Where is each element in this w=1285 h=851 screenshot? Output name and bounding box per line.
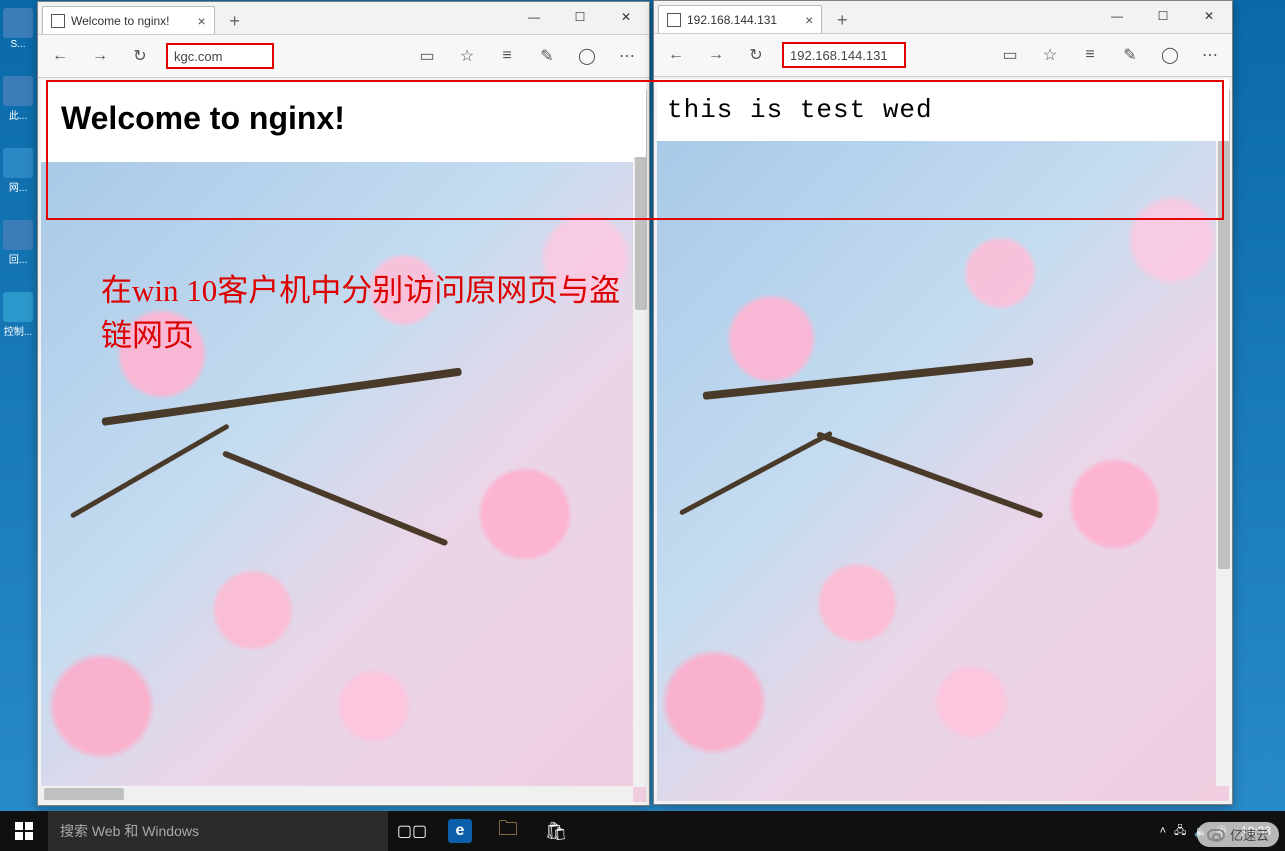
- favorite-icon[interactable]: ☆: [1036, 41, 1064, 69]
- tab-title: 192.168.144.131: [687, 13, 777, 27]
- url-text: kgc.com: [174, 49, 222, 64]
- desktop-icon-label: 回...: [0, 251, 36, 266]
- more-icon[interactable]: ⋯: [613, 42, 641, 70]
- url-text: 192.168.144.131: [790, 48, 888, 63]
- close-button[interactable]: ✕: [1186, 1, 1232, 31]
- watermark-text: 亿速云: [1230, 825, 1269, 844]
- desktop-icon-label: 控制...: [0, 323, 36, 338]
- share-icon[interactable]: ◯: [573, 42, 601, 70]
- store-icon: 🛍: [545, 821, 568, 842]
- desktop-icon[interactable]: [3, 8, 33, 38]
- hub-icon[interactable]: ≡: [1076, 41, 1104, 69]
- close-button[interactable]: ✕: [603, 2, 649, 32]
- page-icon: [51, 14, 65, 28]
- tab-bar: 192.168.144.131 × + — ☐ ✕: [654, 1, 1232, 33]
- desktop-icon[interactable]: [3, 292, 33, 322]
- page-body-text: this is test wed: [657, 79, 1229, 141]
- tab-bar: Welcome to nginx! × + — ☐ ✕: [38, 2, 649, 34]
- refresh-button[interactable]: ↻: [126, 42, 154, 70]
- new-tab-button[interactable]: +: [828, 7, 856, 33]
- more-icon[interactable]: ⋯: [1196, 41, 1224, 69]
- forward-button[interactable]: →: [702, 41, 730, 69]
- scrollbar-thumb[interactable]: [44, 788, 124, 800]
- share-icon[interactable]: ◯: [1156, 41, 1184, 69]
- window-controls: — ☐ ✕: [511, 2, 649, 32]
- task-view-icon: ▢▢: [397, 821, 427, 841]
- nav-toolbar: ← → ↻ kgc.com ▭ ☆ ≡ ✎ ◯ ⋯: [38, 34, 649, 78]
- vertical-scrollbar[interactable]: [1216, 79, 1232, 786]
- tray-network-icon[interactable]: 🖧: [1174, 822, 1186, 841]
- edge-icon: e: [448, 819, 472, 843]
- webnote-icon[interactable]: ✎: [1116, 41, 1144, 69]
- forward-button[interactable]: →: [86, 42, 114, 70]
- folder-icon: 🗀: [498, 814, 518, 848]
- desktop-icon[interactable]: [3, 220, 33, 250]
- window-controls: — ☐ ✕: [1094, 1, 1232, 31]
- reading-view-icon[interactable]: ▭: [996, 41, 1024, 69]
- refresh-button[interactable]: ↻: [742, 41, 770, 69]
- tab-title: Welcome to nginx!: [71, 14, 170, 28]
- desktop-icon-label: 网...: [0, 179, 36, 194]
- address-bar[interactable]: 192.168.144.131: [782, 42, 906, 68]
- back-button[interactable]: ←: [662, 41, 690, 69]
- annotation-text: 在win 10客户机中分别访问原网页与盗链网页: [101, 265, 646, 355]
- hub-icon[interactable]: ≡: [493, 42, 521, 70]
- scrollbar-thumb[interactable]: [1218, 89, 1230, 569]
- horizontal-scrollbar[interactable]: [38, 786, 633, 802]
- store-button[interactable]: 🛍: [532, 811, 580, 851]
- address-bar[interactable]: kgc.com: [166, 43, 274, 69]
- tab-close-icon[interactable]: ×: [805, 12, 813, 28]
- desktop-icon-label: 此...: [0, 107, 36, 122]
- edge-taskbar-button[interactable]: e: [436, 811, 484, 851]
- page-heading: Welcome to nginx!: [41, 80, 646, 157]
- vertical-scrollbar[interactable]: [633, 80, 649, 787]
- windows-logo-icon: [15, 822, 33, 840]
- background-image: [657, 141, 1229, 801]
- cloud-icon: [1207, 829, 1225, 841]
- page-icon: [667, 13, 681, 27]
- back-button[interactable]: ←: [46, 42, 74, 70]
- task-view-button[interactable]: ▢▢: [388, 811, 436, 851]
- start-button[interactable]: [0, 811, 48, 851]
- search-placeholder: 搜索 Web 和 Windows: [60, 821, 199, 841]
- minimize-button[interactable]: —: [1094, 1, 1140, 31]
- new-tab-button[interactable]: +: [221, 8, 249, 34]
- tray-chevron-icon[interactable]: ˄: [1160, 825, 1166, 837]
- desktop-icon[interactable]: [3, 76, 33, 106]
- browser-window-left: Welcome to nginx! × + — ☐ ✕ ← → ↻ kgc.co…: [37, 1, 650, 806]
- taskbar: 搜索 Web 和 Windows ▢▢ e 🗀 🛍 ˄ 🖧 🔈 ㊥ 19:33: [0, 811, 1285, 851]
- browser-window-right: 192.168.144.131 × + — ☐ ✕ ← → ↻ 192.168.…: [653, 0, 1233, 805]
- minimize-button[interactable]: —: [511, 2, 557, 32]
- taskbar-search[interactable]: 搜索 Web 和 Windows: [48, 811, 388, 851]
- browser-tab[interactable]: Welcome to nginx! ×: [42, 6, 215, 34]
- nav-toolbar: ← → ↻ 192.168.144.131 ▭ ☆ ≡ ✎ ◯ ⋯: [654, 33, 1232, 77]
- tab-close-icon[interactable]: ×: [198, 13, 206, 29]
- desktop: S... 此... 网... 回... 控制...: [0, 0, 36, 810]
- browser-tab[interactable]: 192.168.144.131 ×: [658, 5, 822, 33]
- maximize-button[interactable]: ☐: [557, 2, 603, 32]
- favorite-icon[interactable]: ☆: [453, 42, 481, 70]
- file-explorer-button[interactable]: 🗀: [484, 811, 532, 851]
- desktop-icon[interactable]: [3, 148, 33, 178]
- background-image: [41, 162, 646, 802]
- watermark: 亿速云: [1197, 822, 1279, 847]
- webnote-icon[interactable]: ✎: [533, 42, 561, 70]
- page-content: this is test wed: [657, 79, 1229, 801]
- reading-view-icon[interactable]: ▭: [413, 42, 441, 70]
- maximize-button[interactable]: ☐: [1140, 1, 1186, 31]
- desktop-icon-label: S...: [0, 39, 36, 50]
- page-content: Welcome to nginx! 在win 10客户机中分别访问原网页与盗链网…: [41, 80, 646, 802]
